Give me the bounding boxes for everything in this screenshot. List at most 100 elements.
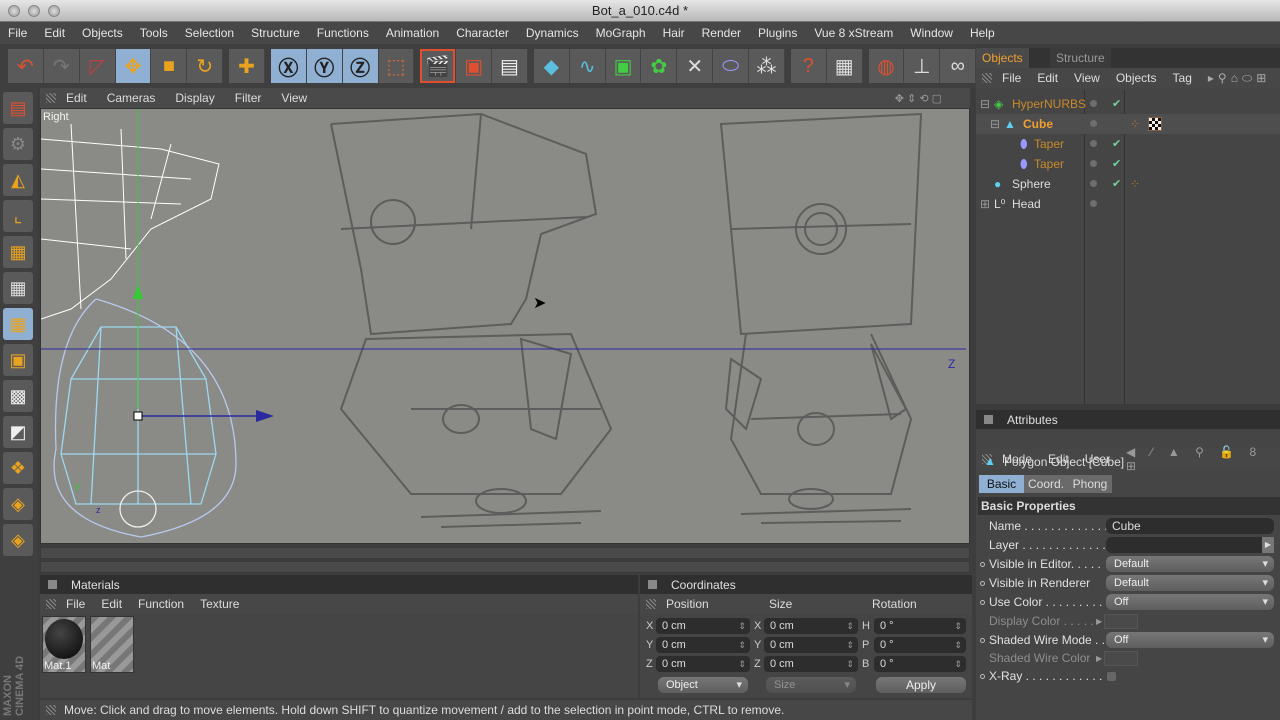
timeline-icon[interactable]: ▦ [826,49,863,83]
scale-icon[interactable]: ■ [151,49,188,83]
layout-icon[interactable]: ▤ [3,92,33,124]
menu-help[interactable]: Help [970,26,995,40]
workplane-lock-icon[interactable]: ◈ [3,524,33,556]
collapse-icon[interactable]: ⬭ [1242,71,1252,86]
materials-menu-edit[interactable]: Edit [101,597,122,611]
size-z-field[interactable]: 0 cm [764,656,858,672]
timeline-divider[interactable] [40,547,970,559]
tab-coord[interactable]: Coord. [1024,475,1068,493]
texture-mode-icon[interactable]: ⌞ [3,200,33,232]
size-x-field[interactable]: 0 cm [764,618,858,634]
array-icon[interactable]: ✿ [641,49,678,83]
object-row-head[interactable]: ⊞ L⁰ Head [976,194,1280,214]
apply-button[interactable]: Apply [876,677,966,693]
workplane-icon[interactable]: ▦ [3,236,33,268]
menu-structure[interactable]: Structure [251,26,300,40]
menu-dynamics[interactable]: Dynamics [526,26,579,40]
material-swatch[interactable]: Mat.1 [42,616,86,673]
menu-render[interactable]: Render [702,26,741,40]
render-settings-icon[interactable]: ▤ [492,49,528,83]
menu-tools[interactable]: Tools [140,26,168,40]
rotation-h-field[interactable]: 0 ° [874,618,966,634]
coordinate-mode-dropdown[interactable]: Object [658,677,748,693]
render-picture-viewer-icon[interactable]: ▣ [456,49,493,83]
nurbs-icon[interactable]: ▣ [605,49,642,83]
viewport-menu-filter[interactable]: Filter [235,91,262,105]
minimize-window-button[interactable] [28,5,40,17]
object-row-hypernurbs[interactable]: ⊟ ◈ HyperNURBS ✔ [976,94,1280,114]
objects-menu-view[interactable]: View [1074,71,1100,85]
tab-structure[interactable]: Structure [1050,48,1111,68]
render-view-icon[interactable]: 🎬 [420,49,457,83]
zoom-window-button[interactable] [48,5,60,17]
xray-checkbox[interactable] [1106,671,1117,682]
glasses-icon[interactable]: ∞ [940,49,977,83]
snap-icon[interactable]: ◈ [3,488,33,520]
menu-mograph[interactable]: MoGraph [596,26,646,40]
display-color-swatch[interactable] [1104,614,1138,629]
object-mode-icon[interactable]: ◭ [3,164,33,196]
enabled-check-icon[interactable]: ✔ [1112,94,1121,114]
home-icon[interactable]: ⌂ [1231,71,1238,85]
tab-objects[interactable]: Objects [976,48,1029,68]
sculpt-icon[interactable]: ❖ [3,452,33,484]
spline-icon[interactable]: ∿ [569,49,606,83]
grip-handle[interactable] [46,599,56,609]
coordinate-system-icon[interactable]: ⬚ [378,49,415,83]
add-icon[interactable]: ✚ [229,49,265,83]
tab-phong[interactable]: Phong [1068,475,1112,493]
polygon-mode-icon[interactable]: ▣ [3,344,33,376]
object-row-cube[interactable]: ⊟ ▲ Cube ⁘ [976,114,1280,134]
point-mode-icon[interactable]: ▦ [3,272,33,304]
object-row-taper[interactable]: ⬮ Taper ✔ [976,134,1280,154]
objects-menu-tag[interactable]: Tag [1173,71,1192,85]
object-row-sphere[interactable]: ● Sphere ✔ ⁘ [976,174,1280,194]
menu-hair[interactable]: Hair [663,26,685,40]
viewport[interactable]: y z Right Z ➤ [40,108,970,544]
position-x-field[interactable]: 0 cm [656,618,750,634]
move-icon[interactable]: ✥ [115,49,152,83]
enabled-check-icon[interactable]: ✔ [1112,154,1121,174]
tab-basic[interactable]: Basic [979,475,1024,493]
uv-mode-icon[interactable]: ▩ [3,380,33,412]
shaded-wire-color-swatch[interactable] [1104,651,1138,666]
menu-objects[interactable]: Objects [82,26,123,40]
layer-arrow-icon[interactable]: ▶ [1262,537,1274,553]
objects-menu-file[interactable]: File [1002,71,1021,85]
name-field[interactable]: Cube [1106,518,1274,534]
material-swatch[interactable]: Mat [90,616,134,673]
new-panel-icon[interactable]: ⊞ [1256,71,1266,85]
environment-icon[interactable]: ⁂ [749,49,785,83]
rotation-b-field[interactable]: 0 ° [874,656,966,672]
materials-menu-texture[interactable]: Texture [200,597,239,611]
object-row-taper[interactable]: ⬮ Taper ✔ [976,154,1280,174]
grip-handle[interactable] [646,599,656,609]
menu-selection[interactable]: Selection [185,26,234,40]
model-mode-icon[interactable]: ⚙ [3,128,33,160]
use-color-dropdown[interactable]: Off [1106,594,1274,610]
shaded-wire-mode-dropdown[interactable]: Off [1106,632,1274,648]
grip-handle[interactable] [46,93,56,103]
y-axis-icon[interactable]: Ⓨ [306,49,343,83]
search-icon[interactable]: ⚲ [1218,71,1227,85]
visible-in-renderer-dropdown[interactable]: Default [1106,575,1274,591]
menu-plugins[interactable]: Plugins [758,26,797,40]
viewport-menu-edit[interactable]: Edit [66,91,87,105]
live-selection-icon[interactable]: ◸ [79,49,116,83]
materials-menu-file[interactable]: File [66,597,85,611]
materials-menu-function[interactable]: Function [138,597,184,611]
globe-icon[interactable]: ◍ [868,49,905,83]
phong-tag-icon[interactable]: ⁘ [1130,174,1140,194]
enabled-check-icon[interactable]: ✔ [1112,134,1121,154]
attributes-nav-icons[interactable]: ◀ ⁄ ▲ ⚲ 🔓 8 ⊞ [1126,445,1264,473]
deformer-icon[interactable]: ✕ [677,49,714,83]
layer-field[interactable] [1106,537,1262,553]
grip-handle[interactable] [982,73,992,83]
scene-icon[interactable]: ⬭ [713,49,750,83]
menu-window[interactable]: Window [910,26,953,40]
help-icon[interactable]: ? [790,49,827,83]
viewport-menu-cameras[interactable]: Cameras [107,91,156,105]
visible-in-editor-dropdown[interactable]: Default [1106,556,1274,572]
enabled-check-icon[interactable]: ✔ [1112,174,1121,194]
x-axis-icon[interactable]: Ⓧ [270,49,307,83]
